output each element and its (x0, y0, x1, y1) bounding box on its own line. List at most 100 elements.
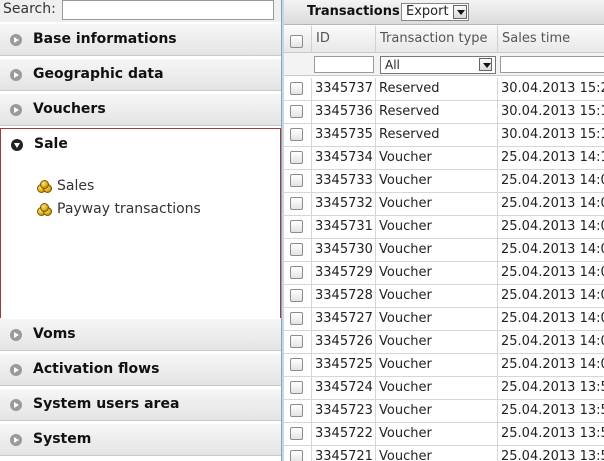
row-select-cell (284, 446, 312, 461)
section-system[interactable]: System (0, 423, 281, 456)
sales-time-cell: 25.04.2013 13:5 (498, 446, 604, 461)
table-row[interactable]: 3345726 Voucher 25.04.2013 14:0 (284, 331, 604, 354)
row-checkbox[interactable] (290, 335, 303, 348)
row-checkbox[interactable] (290, 220, 303, 233)
section-geographic-data[interactable]: Geographic data (0, 58, 281, 91)
table-row[interactable]: 3345721 Voucher 25.04.2013 13:5 (284, 446, 604, 461)
expand-arrow-icon (10, 34, 22, 46)
transaction-type-cell: Reserved (376, 101, 498, 123)
row-checkbox[interactable] (290, 427, 303, 440)
section-label: Sale (34, 136, 68, 152)
transaction-type-cell: Voucher (376, 400, 498, 422)
export-dropdown[interactable]: Export (401, 3, 469, 21)
row-checkbox[interactable] (290, 450, 303, 461)
section-activation-flows[interactable]: Activation flows (0, 353, 281, 386)
row-select-cell (284, 239, 312, 261)
sales-time-cell: 25.04.2013 14:0 (498, 331, 604, 353)
row-select-cell (284, 101, 312, 123)
transaction-type-filter[interactable]: All (380, 56, 496, 74)
row-checkbox[interactable] (290, 312, 303, 325)
table-row[interactable]: 3345734 Voucher 25.04.2013 14:1 (284, 147, 604, 170)
coins-icon (37, 203, 53, 217)
column-header-id[interactable]: ID (312, 26, 376, 53)
sales-time-cell: 25.04.2013 14:0 (498, 285, 604, 307)
select-all-checkbox[interactable] (290, 35, 303, 48)
row-checkbox[interactable] (290, 174, 303, 187)
row-select-cell (284, 400, 312, 422)
transaction-type-cell: Voucher (376, 377, 498, 399)
section-base-informations[interactable]: Base informations (0, 23, 281, 56)
row-select-cell (284, 78, 312, 100)
table-row[interactable]: 3345728 Voucher 25.04.2013 14:0 (284, 285, 604, 308)
select-all-cell (284, 26, 312, 53)
row-checkbox[interactable] (290, 404, 303, 417)
sales-time-cell: 25.04.2013 14:0 (498, 170, 604, 192)
table-row[interactable]: 3345732 Voucher 25.04.2013 14:0 (284, 193, 604, 216)
table-row[interactable]: 3345725 Voucher 25.04.2013 14:0 (284, 354, 604, 377)
id-filter-input[interactable] (314, 56, 374, 73)
section-vouchers[interactable]: Vouchers (0, 93, 281, 126)
row-select-cell (284, 216, 312, 238)
row-checkbox[interactable] (290, 358, 303, 371)
search-bar: Search: (0, 0, 282, 22)
transactions-panel: Transactions Export ID Transaction type … (284, 0, 604, 461)
sales-time-cell: 30.04.2013 15:2 (498, 78, 604, 100)
row-checkbox[interactable] (290, 197, 303, 210)
sales-time-cell: 25.04.2013 14:1 (498, 147, 604, 169)
sales-time-cell: 25.04.2013 14:0 (498, 262, 604, 284)
row-checkbox[interactable] (290, 128, 303, 141)
sales-time-cell: 25.04.2013 14:0 (498, 193, 604, 215)
transaction-id-cell: 3345735 (312, 124, 376, 146)
row-checkbox[interactable] (290, 289, 303, 302)
row-select-cell (284, 377, 312, 399)
table-row[interactable]: 3345731 Voucher 25.04.2013 14:0 (284, 216, 604, 239)
transaction-id-cell: 3345726 (312, 331, 376, 353)
section-sale[interactable]: Sale (0, 128, 281, 163)
section-label: Geographic data (33, 66, 164, 82)
row-select-cell (284, 170, 312, 192)
table-row[interactable]: 3345736 Reserved 30.04.2013 15:1 (284, 101, 604, 124)
nav-item-label: Payway transactions (57, 201, 201, 217)
section-label: Voms (33, 326, 76, 342)
row-checkbox[interactable] (290, 266, 303, 279)
expand-arrow-icon (10, 399, 22, 411)
table-row[interactable]: 3345737 Reserved 30.04.2013 15:2 (284, 78, 604, 101)
sales-time-cell: 25.04.2013 13:5 (498, 377, 604, 399)
table-row[interactable]: 3345724 Voucher 25.04.2013 13:5 (284, 377, 604, 400)
expand-arrow-icon (10, 434, 22, 446)
table-row[interactable]: 3345730 Voucher 25.04.2013 14:0 (284, 239, 604, 262)
sales-time-filter-input[interactable] (500, 56, 604, 73)
column-header-sales-time[interactable]: Sales time (498, 26, 604, 53)
row-select-cell (284, 308, 312, 330)
row-select-cell (284, 193, 312, 215)
row-checkbox[interactable] (290, 381, 303, 394)
row-checkbox[interactable] (290, 243, 303, 256)
transaction-type-cell: Reserved (376, 124, 498, 146)
transaction-id-cell: 3345736 (312, 101, 376, 123)
section-label: System (33, 431, 92, 447)
expand-arrow-icon (10, 329, 22, 341)
section-voms[interactable]: Voms (0, 318, 281, 351)
row-checkbox[interactable] (290, 105, 303, 118)
section-label: Vouchers (33, 101, 106, 117)
row-checkbox[interactable] (290, 82, 303, 95)
row-checkbox[interactable] (290, 151, 303, 164)
row-select-cell (284, 423, 312, 445)
table-row[interactable]: 3345733 Voucher 25.04.2013 14:0 (284, 170, 604, 193)
nav-item-label: Sales (57, 178, 95, 194)
table-row[interactable]: 3345722 Voucher 25.04.2013 13:5 (284, 423, 604, 446)
table-row[interactable]: 3345723 Voucher 25.04.2013 13:5 (284, 400, 604, 423)
table-row[interactable]: 3345735 Reserved 30.04.2013 15:1 (284, 124, 604, 147)
section-label: Base informations (33, 31, 177, 47)
filter-value: All (385, 58, 400, 72)
sale-panel: Sales Payway transactions (0, 162, 281, 318)
section-system-users-area[interactable]: System users area (0, 388, 281, 421)
row-select-cell (284, 147, 312, 169)
search-input[interactable] (62, 0, 274, 20)
table-row[interactable]: 3345727 Voucher 25.04.2013 14:0 (284, 308, 604, 331)
transaction-type-cell: Voucher (376, 446, 498, 461)
table-row[interactable]: 3345729 Voucher 25.04.2013 14:0 (284, 262, 604, 285)
transaction-id-cell: 3345727 (312, 308, 376, 330)
column-header-transaction-type[interactable]: Transaction type (376, 26, 498, 53)
transaction-type-cell: Voucher (376, 216, 498, 238)
